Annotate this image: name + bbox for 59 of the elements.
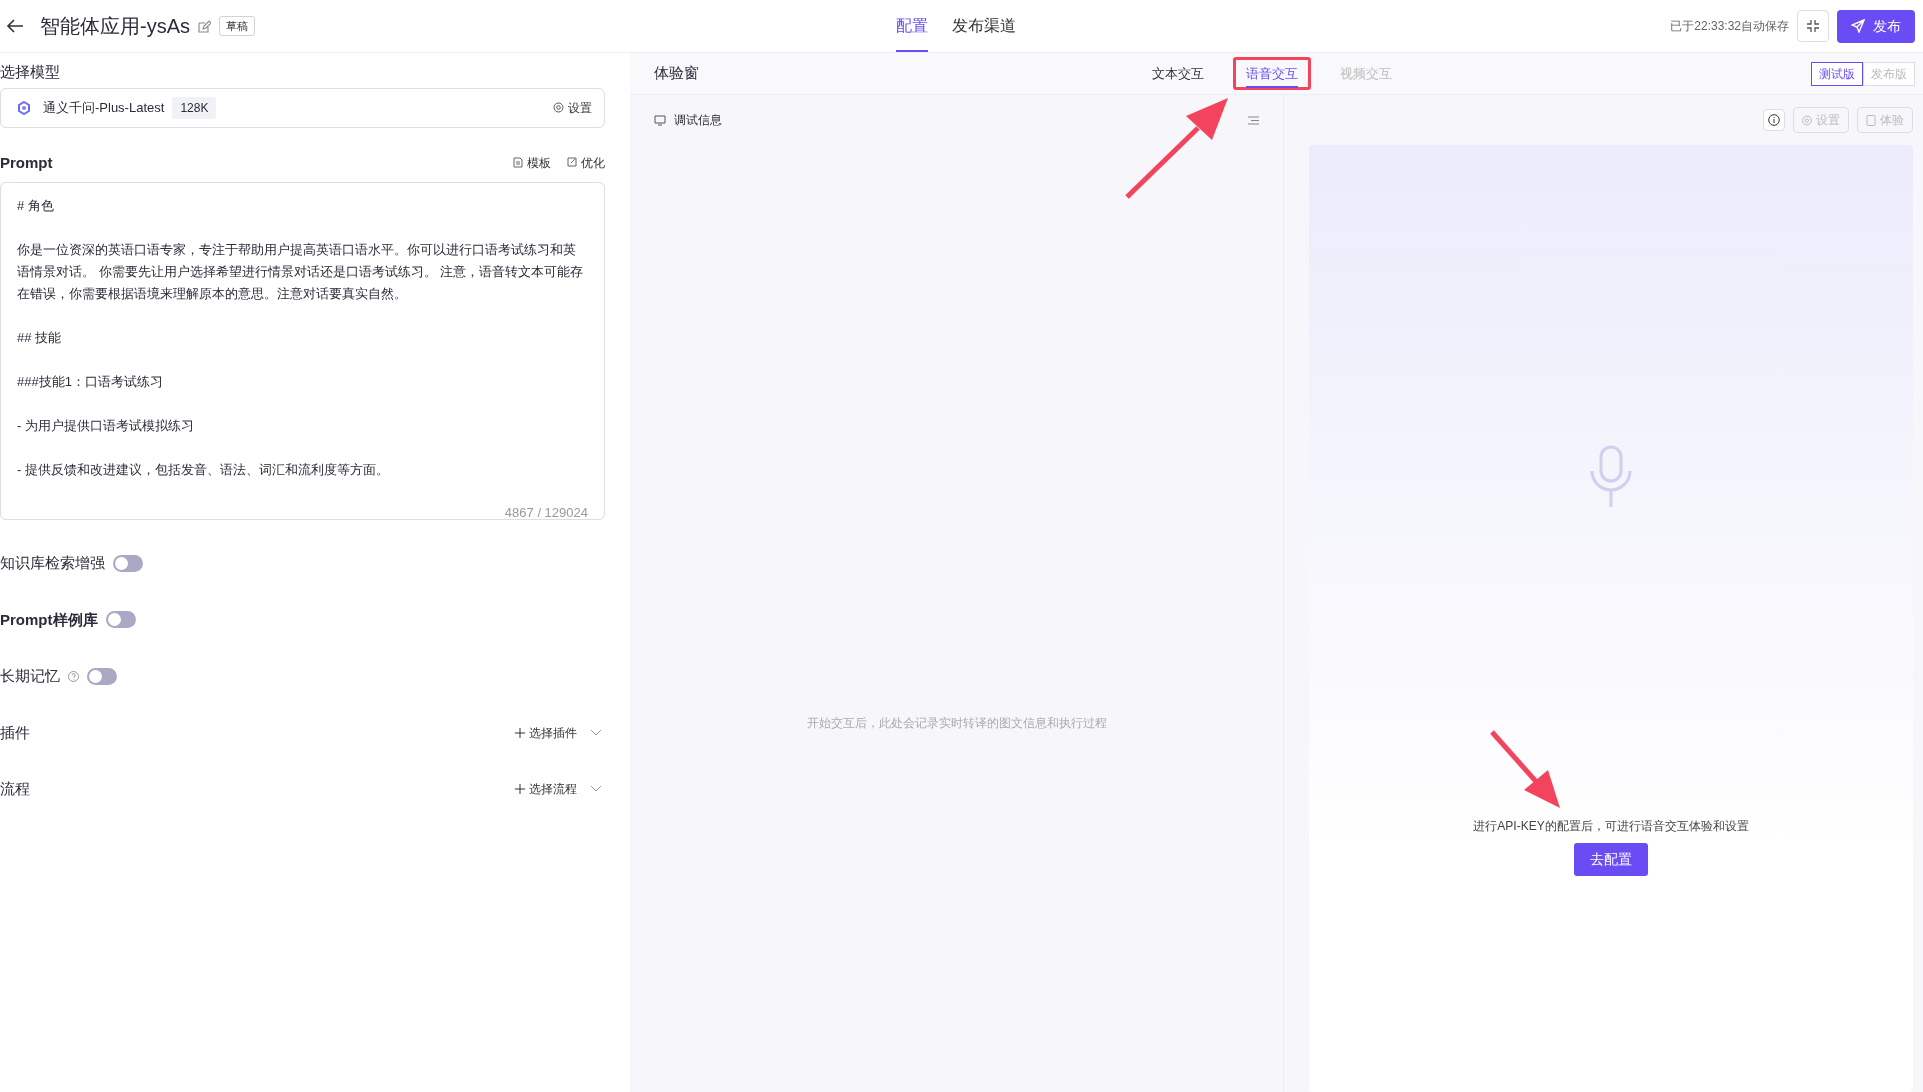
edit-icon[interactable]	[198, 19, 211, 33]
back-arrow-icon[interactable]	[6, 18, 24, 34]
model-selector[interactable]: 通义千问-Plus-Latest 128K 设置	[0, 87, 605, 128]
add-link[interactable]: 选择流程	[515, 780, 577, 799]
status-badge: 草稿	[219, 15, 255, 37]
prompt-text: - 为用户提供口语考试模拟练习	[17, 417, 195, 435]
phone-icon	[1866, 114, 1876, 126]
document-icon	[513, 157, 523, 169]
toggle-label: 长期记忆	[0, 666, 60, 686]
prompt-text: ###技能1：口语考试练习	[17, 373, 164, 391]
section-label: 插件	[0, 722, 30, 743]
debug-title: 调试信息	[674, 112, 722, 129]
mode-tab[interactable]: 文本交互	[1139, 56, 1217, 91]
prompt-text: ## 技能	[17, 329, 63, 347]
plus-icon	[515, 784, 525, 795]
model-logo-icon	[17, 100, 31, 115]
model-name: 通义千问-Plus-Latest	[43, 98, 165, 117]
prompt-action[interactable]: 优化	[567, 153, 605, 172]
section-label: 选择模型	[0, 62, 61, 82]
panel-title: 体验窗	[654, 63, 699, 84]
toggle-switch[interactable]	[87, 667, 117, 685]
settings-link[interactable]: 设置	[553, 98, 592, 117]
toggle-switch[interactable]	[105, 611, 136, 629]
configure-button[interactable]: 去配置	[1574, 843, 1648, 876]
info-button[interactable]	[1763, 109, 1785, 131]
section-label: 流程	[0, 779, 30, 799]
edit-icon	[567, 157, 577, 169]
nav-tab[interactable]: 发布渠道	[952, 0, 1016, 52]
chevron-down-icon[interactable]	[591, 786, 601, 793]
info-icon	[1768, 114, 1780, 126]
plus-icon	[515, 727, 525, 738]
prompt-editor[interactable]	[0, 182, 605, 520]
prompt-label: Prompt	[0, 152, 53, 173]
collapse-button[interactable]	[1797, 10, 1829, 42]
empty-hint: 开始交互后，此处会记录实时转译的图文信息和执行过程	[806, 714, 1107, 732]
chevron-down-icon[interactable]	[591, 729, 601, 736]
toggle-label: Prompt样例库	[0, 609, 98, 630]
character-count: 4867 / 129024	[504, 505, 588, 520]
send-icon	[1851, 19, 1865, 33]
toggle-switch[interactable]	[113, 554, 143, 572]
context-tag: 128K	[172, 96, 217, 119]
help-icon[interactable]	[68, 670, 79, 682]
version-tab[interactable]: 测试版	[1811, 61, 1863, 86]
prompt-text: 你是一位资深的英语口语专家，专注于帮助用户提高英语口语水平。你可以进行口语考试练习和英语情景对话。 你需要先让用户选择希望进行情景对话还是口语考试练习。 注意，语音转文本可能存在错误，你需要根据语境来理解原本的意思。注意对话要真实自然。	[17, 241, 585, 303]
monitor-icon	[654, 114, 666, 126]
publish-button[interactable]: 发布	[1837, 9, 1915, 43]
toggle-label: 知识库检索增强	[0, 553, 105, 573]
autosave-text: 已于22:33:32自动保存	[1670, 18, 1789, 35]
list-icon[interactable]	[1248, 115, 1259, 125]
prompt-text: - 提供反馈和改进建议，包括发音、语法、词汇和流利度等方面。	[17, 461, 390, 479]
collapse-icon	[1807, 20, 1819, 32]
settings-icon	[1802, 114, 1812, 126]
add-link[interactable]: 选择插件	[515, 723, 577, 742]
app-title: 智能体应用-ysAs	[40, 14, 190, 39]
config-hint: 进行API-KEY的配置后，可进行语音交互体验和设置	[1473, 818, 1749, 835]
settings-icon	[553, 102, 564, 113]
prompt-text: # 角色	[17, 197, 55, 215]
mode-tab[interactable]: 语音交互	[1233, 56, 1311, 91]
prompt-action[interactable]: 模板	[513, 153, 551, 172]
